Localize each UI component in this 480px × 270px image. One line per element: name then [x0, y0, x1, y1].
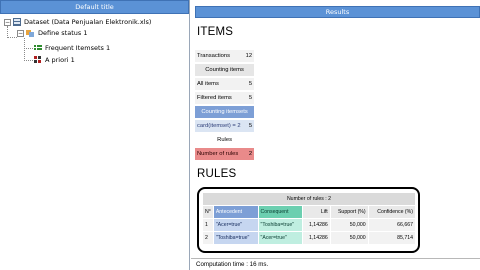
- antecedent-cell: "Acer=true": [213, 219, 258, 231]
- rule-number-cell: 2: [203, 232, 213, 244]
- tree-connector: [24, 38, 25, 61]
- table-row: All items 5: [195, 78, 255, 90]
- confidence-cell: 85,714: [368, 232, 415, 244]
- tree-item-define-status[interactable]: − Define status 1: [17, 28, 87, 38]
- transactions-value: 12: [242, 50, 255, 62]
- consequent-cell: "Toshiba=true": [258, 219, 303, 231]
- items-summary-table: Transactions 12 Counting items All items…: [195, 48, 255, 162]
- card-itemset-label: card(itemset) = 2: [195, 120, 243, 132]
- table-row: Counting itemsets: [195, 106, 255, 118]
- table-row: 1 "Acer=true" "Toshiba=true" 1,14286 50,…: [203, 219, 415, 231]
- column-header-support: Support (%): [330, 206, 368, 218]
- define-status-icon: [26, 29, 35, 37]
- transactions-label: Transactions: [195, 50, 243, 62]
- filtered-items-value: 5: [242, 92, 255, 104]
- tree-item-label: Frequent Itemsets 1: [45, 44, 111, 52]
- items-heading: ITEMS: [197, 26, 234, 38]
- number-of-rules-value: 2: [242, 148, 255, 160]
- frequent-itemsets-icon: [34, 44, 42, 52]
- column-header-number: N°: [203, 206, 213, 218]
- table-row: Number of rules : 2: [203, 193, 415, 205]
- antecedent-cell: "Toshiba=true": [213, 232, 258, 244]
- rule-number-cell: 1: [203, 219, 213, 231]
- filtered-items-label: Filtered items: [195, 92, 243, 104]
- rules-heading: RULES: [197, 168, 237, 180]
- table-row: Rules: [195, 134, 255, 146]
- left-panel: Default title − Dataset (Data Penjualan …: [0, 0, 190, 270]
- consequent-cell: "Acer=true": [258, 232, 303, 244]
- table-row: Counting items: [195, 64, 255, 76]
- table-row: card(itemset) = 2 5: [195, 120, 255, 132]
- all-items-label: All items: [195, 78, 243, 90]
- all-items-value: 5: [242, 78, 255, 90]
- support-cell: 50,000: [330, 219, 368, 231]
- table-row: Filtered items 5: [195, 92, 255, 104]
- results-panel: Results ITEMS Transactions 12 Counting i…: [191, 0, 480, 270]
- rules-header: Rules: [195, 134, 255, 146]
- table-row: Number of rules 2: [195, 148, 255, 160]
- column-header-lift: Lift: [303, 206, 330, 218]
- left-panel-title: Default title: [0, 0, 189, 14]
- results-title: Results: [195, 6, 480, 18]
- number-of-rules-label: Number of rules: [195, 148, 243, 160]
- support-cell: 50,000: [330, 232, 368, 244]
- counting-itemsets-header: Counting itemsets: [195, 106, 255, 118]
- tree-item-label: Dataset (Data Penjualan Elektronik.xls): [24, 18, 152, 26]
- tree-item-label: Define status 1: [38, 29, 88, 37]
- tree-item-label: A priori 1: [45, 56, 75, 64]
- apriori-icon: [34, 56, 42, 64]
- tree-item-apriori[interactable]: A priori 1: [34, 55, 75, 65]
- column-header-confidence: Confidence (%): [368, 206, 415, 218]
- rules-table-caption: Number of rules : 2: [203, 193, 415, 205]
- card-itemset-value: 5: [242, 120, 255, 132]
- column-header-consequent: Consequent: [258, 206, 303, 218]
- rules-table: Number of rules : 2 N° Antecedent Conseq…: [202, 192, 416, 245]
- rules-highlight-box: Number of rules : 2 N° Antecedent Conseq…: [197, 187, 420, 253]
- status-bar: Computation time : 16 ms.: [191, 258, 480, 270]
- collapse-toggle-icon[interactable]: −: [17, 29, 24, 37]
- tree-connector: [24, 48, 33, 49]
- confidence-cell: 66,667: [368, 219, 415, 231]
- table-header-row: N° Antecedent Consequent Lift Support (%…: [203, 206, 415, 218]
- tree-item-dataset[interactable]: − Dataset (Data Penjualan Elektronik.xls…: [4, 17, 151, 27]
- lift-cell: 1,14286: [303, 219, 330, 231]
- table-row: 2 "Toshiba=true" "Acer=true" 1,14286 50,…: [203, 232, 415, 244]
- dataset-icon: [13, 18, 21, 26]
- column-header-antecedent: Antecedent: [213, 206, 258, 218]
- tree-connector: [24, 60, 33, 61]
- counting-items-header: Counting items: [195, 64, 255, 76]
- collapse-toggle-icon[interactable]: −: [4, 18, 11, 26]
- table-row: Transactions 12: [195, 50, 255, 62]
- computation-time-text: Computation time : 16 ms.: [196, 261, 269, 268]
- lift-cell: 1,14286: [303, 232, 330, 244]
- tree-connector: [7, 37, 17, 38]
- tree-item-frequent-itemsets[interactable]: Frequent Itemsets 1: [34, 43, 110, 53]
